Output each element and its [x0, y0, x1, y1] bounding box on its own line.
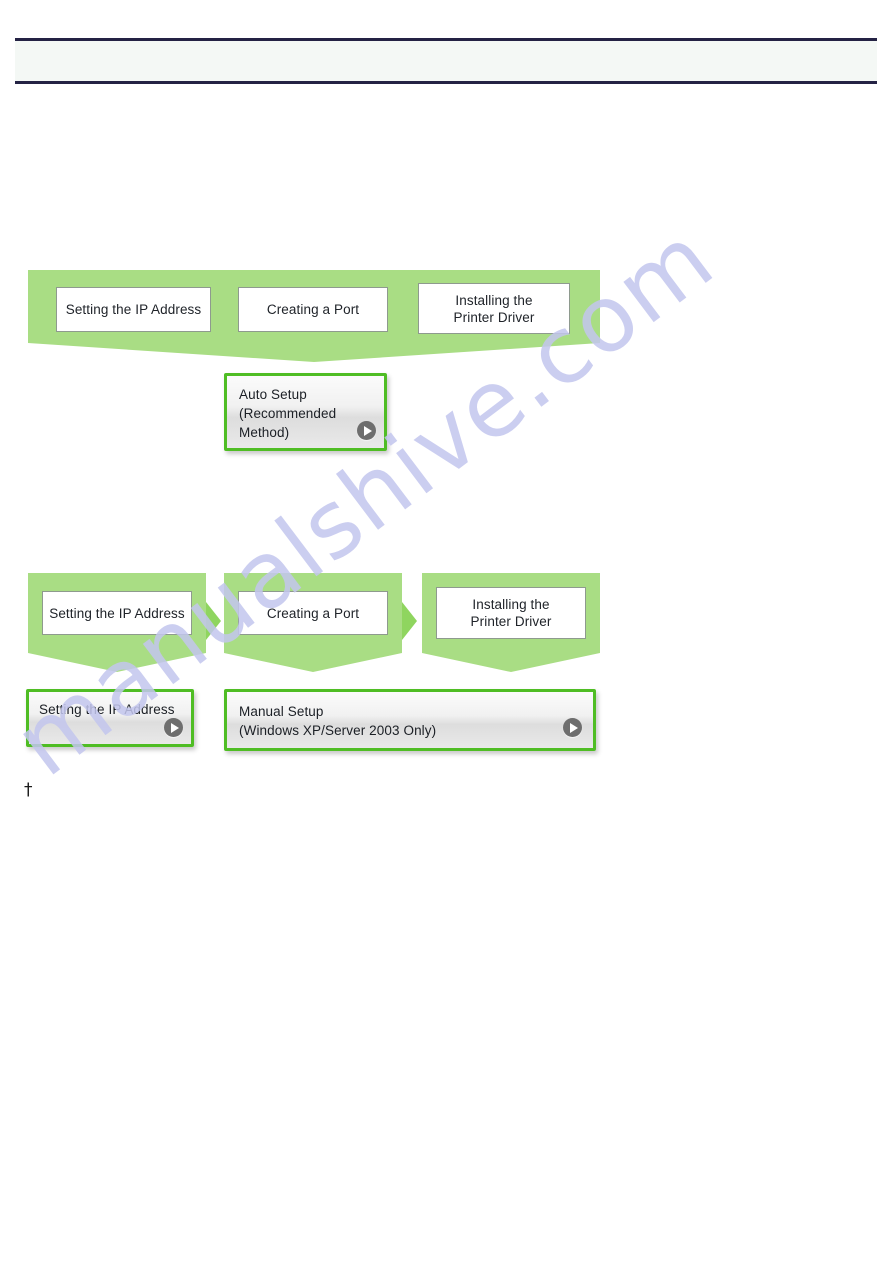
play-icon[interactable]	[357, 421, 376, 440]
step-label-line1: Installing the	[455, 293, 533, 308]
play-icon[interactable]	[164, 718, 183, 737]
step-box-setting-ip-address: Setting the IP Address	[42, 591, 192, 635]
manual-setup-button-label: Manual Setup (Windows XP/Server 2003 Onl…	[239, 702, 553, 740]
auto-setup-label-line2: (Recommended Method)	[239, 406, 337, 440]
auto-setup-button-label: Auto Setup (Recommended Method)	[239, 385, 350, 442]
auto-setup-button[interactable]: Auto Setup (Recommended Method)	[224, 373, 387, 451]
setting-ip-address-button[interactable]: Setting the IP Address	[26, 689, 194, 747]
step-label-line1: Setting the IP Address	[49, 605, 185, 621]
flow-connector-arrow-2	[402, 602, 418, 640]
manual-setup-label-line2: (Windows XP/Server 2003 Only)	[239, 723, 437, 738]
step-label-line1: Setting the IP Address	[65, 302, 202, 317]
step-label-line1: Creating a Port	[266, 302, 360, 317]
step-box-creating-a-port: Creating a Port	[238, 287, 388, 332]
setting-ip-address-button-label: Setting the IP Address	[39, 700, 181, 719]
flow-connector-arrow-1	[206, 602, 222, 640]
page-content: Setting the IP Address Creating a Port I…	[0, 0, 893, 1263]
chevron-right-icon	[402, 602, 417, 640]
step-label-line1: Installing the	[472, 597, 550, 612]
auto-setup-label-line1: Auto Setup	[239, 387, 307, 402]
footnote-marker: †	[24, 780, 33, 800]
auto-setup-flow-diagram: Setting the IP Address Creating a Port I…	[28, 270, 600, 365]
setting-ip-address-label-line1: Setting the IP Address	[39, 702, 175, 717]
step-label-line1: Creating a Port	[266, 605, 360, 621]
step-label-line2: Printer Driver	[453, 310, 535, 325]
step-box-setting-ip-address: Setting the IP Address	[56, 287, 211, 332]
chevron-right-icon	[206, 602, 221, 640]
manual-step-shape-setting-ip-address: Setting the IP Address	[28, 573, 206, 673]
step-box-installing-printer-driver: Installing the Printer Driver	[418, 283, 570, 334]
play-icon[interactable]	[563, 718, 582, 737]
step-box-installing-printer-driver: Installing the Printer Driver	[436, 587, 586, 639]
step-box-creating-a-port: Creating a Port	[238, 591, 388, 635]
step-label-line2: Printer Driver	[470, 614, 552, 629]
manual-setup-button[interactable]: Manual Setup (Windows XP/Server 2003 Onl…	[224, 689, 596, 751]
manual-step-shape-installing-printer-driver: Installing the Printer Driver	[422, 573, 600, 673]
manual-setup-label-line1: Manual Setup	[239, 704, 324, 719]
manual-step-shape-creating-a-port: Creating a Port	[224, 573, 402, 673]
